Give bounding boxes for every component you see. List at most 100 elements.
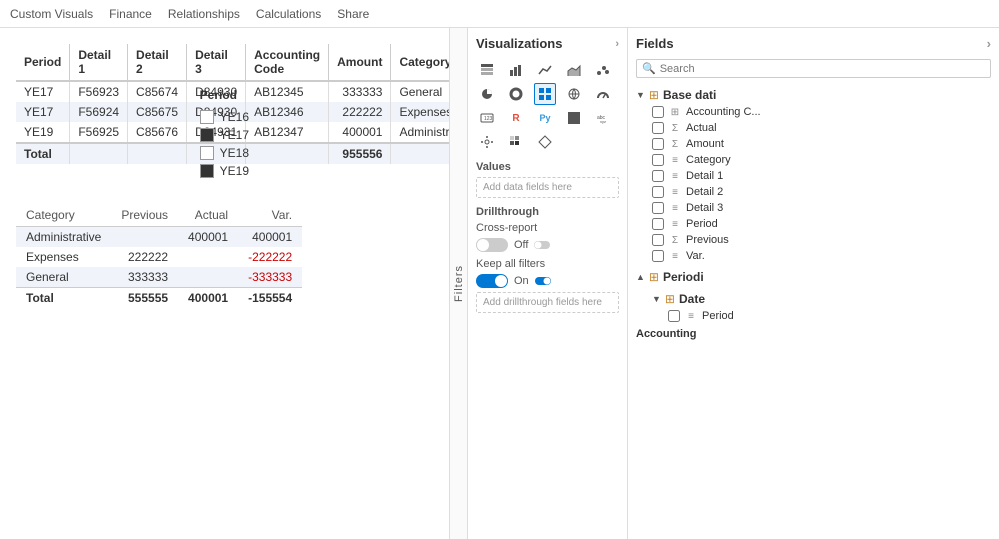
field-checkbox-accounting[interactable] — [652, 106, 664, 118]
cell-period: YE17 — [16, 81, 70, 102]
fields-panel-arrow[interactable]: › — [987, 36, 991, 51]
total-empty2 — [128, 143, 187, 164]
field-checkbox-category[interactable] — [652, 154, 664, 166]
field-group-periodi: ▲ ⊞ Periodi — [636, 268, 991, 286]
viz-icon-bar[interactable] — [505, 59, 527, 81]
sigma-icon-previous: Σ — [668, 235, 682, 246]
cell-detail1: F56923 — [70, 81, 128, 102]
field-checkbox-period[interactable] — [652, 218, 664, 230]
viz-icon-heatmap[interactable] — [505, 131, 527, 153]
summary-col-var: Var. — [238, 204, 302, 227]
field-item-detail1: ≡ Detail 1 — [636, 168, 991, 184]
toggle-off-label: Off — [514, 239, 528, 251]
nav-custom-visuals[interactable]: Custom Visuals — [10, 7, 93, 21]
viz-icon-table[interactable] — [476, 59, 498, 81]
field-group-header-periodi[interactable]: ▲ ⊞ Periodi — [636, 268, 991, 286]
summary-total-actual: 400001 — [178, 288, 238, 309]
summary-prev: 333333 — [111, 267, 178, 288]
viz-icon-diamond[interactable] — [534, 131, 556, 153]
summary-col-category: Category — [16, 204, 111, 227]
fields-panel-header: Fields › — [636, 36, 991, 51]
add-drillthrough-fields[interactable]: Add drillthrough fields here — [476, 292, 619, 313]
viz-icon-pie[interactable] — [476, 83, 498, 105]
viz-icon-matrix[interactable] — [534, 83, 556, 105]
chevron-down-date-icon: ▼ — [652, 294, 661, 304]
field-item-detail3: ≡ Detail 3 — [636, 200, 991, 216]
cell-amount: 400001 — [329, 122, 391, 143]
field-checkbox-detail3[interactable] — [652, 202, 664, 214]
viz-icon-line[interactable] — [534, 59, 556, 81]
viz-icon-wordcloud[interactable]: abcxyz — [592, 107, 614, 129]
cross-report-toggle-row: Off — [476, 238, 619, 252]
field-group-header-base-dati[interactable]: ▼ ⊞ Base dati — [636, 86, 991, 104]
field-item-accounting: ⊞ Accounting C... — [636, 104, 991, 120]
field-item-previous: Σ Previous — [636, 232, 991, 248]
field-label-date-period: Period — [702, 310, 734, 322]
nav-relationships[interactable]: Relationships — [168, 7, 240, 21]
text-icon-date-period: ≡ — [684, 311, 698, 322]
base-dati-label: Base dati — [663, 88, 716, 102]
field-checkbox-detail1[interactable] — [652, 170, 664, 182]
legend-box-ye17 — [200, 128, 214, 142]
nav-calculations[interactable]: Calculations — [256, 7, 321, 21]
filters-label[interactable]: Filters — [453, 265, 465, 302]
cell-code: AB12347 — [246, 122, 329, 143]
field-label-detail2: Detail 2 — [686, 186, 723, 198]
field-group-header-date[interactable]: ▼ ⊞ Date — [652, 290, 991, 308]
viz-icon-scatter[interactable] — [592, 59, 614, 81]
col-detail2: Detail 2 — [128, 44, 187, 81]
summary-actual: 400001 — [178, 227, 238, 248]
toggle-on-label: On — [514, 275, 529, 287]
cell-amount: 333333 — [329, 81, 391, 102]
total-amount: 955556 — [329, 143, 391, 164]
field-label-period: Period — [686, 218, 718, 230]
summary-row-administrative: Administrative 400001 400001 — [16, 227, 302, 248]
cell-amount: 222222 — [329, 102, 391, 122]
cell-category: Administrative — [391, 122, 449, 143]
legend-label-ye19: YE19 — [220, 164, 249, 178]
total-label: Total — [16, 143, 70, 164]
field-checkbox-var[interactable] — [652, 250, 664, 262]
viz-icon-gauge[interactable] — [592, 83, 614, 105]
viz-icon-map[interactable] — [563, 83, 585, 105]
field-checkbox-previous[interactable] — [652, 234, 664, 246]
viz-icon-py[interactable]: Py — [534, 107, 556, 129]
summary-prev — [111, 227, 178, 248]
cell-period: YE17 — [16, 102, 70, 122]
date-label: Date — [679, 292, 705, 306]
search-input[interactable] — [660, 63, 985, 75]
viz-icon-settings[interactable] — [476, 131, 498, 153]
sigma-icon-actual: Σ — [668, 123, 682, 134]
nav-finance[interactable]: Finance — [109, 7, 152, 21]
viz-icon-area[interactable] — [563, 59, 585, 81]
field-checkbox-actual[interactable] — [652, 122, 664, 134]
add-data-fields[interactable]: Add data fields here — [476, 177, 619, 198]
db-icon-periodi: ⊞ — [649, 270, 659, 284]
col-period: Period — [16, 44, 70, 81]
nav-share[interactable]: Share — [337, 7, 369, 21]
viz-icon-card[interactable]: 123 — [476, 107, 498, 129]
search-box: 🔍 — [636, 59, 991, 78]
cross-report-toggle[interactable] — [476, 238, 508, 252]
field-label-previous: Previous — [686, 234, 729, 246]
viz-icon-donut[interactable] — [505, 83, 527, 105]
keep-filters-toggle[interactable] — [476, 274, 508, 288]
fields-panel-title: Fields — [636, 36, 674, 51]
field-checkbox-detail2[interactable] — [652, 186, 664, 198]
col-accounting-code: Accounting Code — [246, 44, 329, 81]
viz-icon-filled[interactable] — [563, 107, 585, 129]
field-label-amount: Amount — [686, 138, 724, 150]
filters-sidebar[interactable]: Filters — [450, 28, 468, 539]
search-icon: 🔍 — [642, 62, 656, 75]
summary-prev: 222222 — [111, 247, 178, 267]
svg-text:123: 123 — [484, 116, 493, 122]
cell-category: Expenses — [391, 102, 449, 122]
viz-panel-arrow[interactable]: › — [615, 38, 619, 50]
field-item-var: ≡ Var. — [636, 248, 991, 264]
right-panel: Filters Visualizations › — [449, 28, 999, 539]
viz-panel-title: Visualizations — [476, 36, 562, 51]
field-checkbox-date-period[interactable] — [668, 310, 680, 322]
field-checkbox-amount[interactable] — [652, 138, 664, 150]
db-icon-base-dati: ⊞ — [649, 88, 659, 102]
viz-icon-r[interactable]: R — [505, 107, 527, 129]
